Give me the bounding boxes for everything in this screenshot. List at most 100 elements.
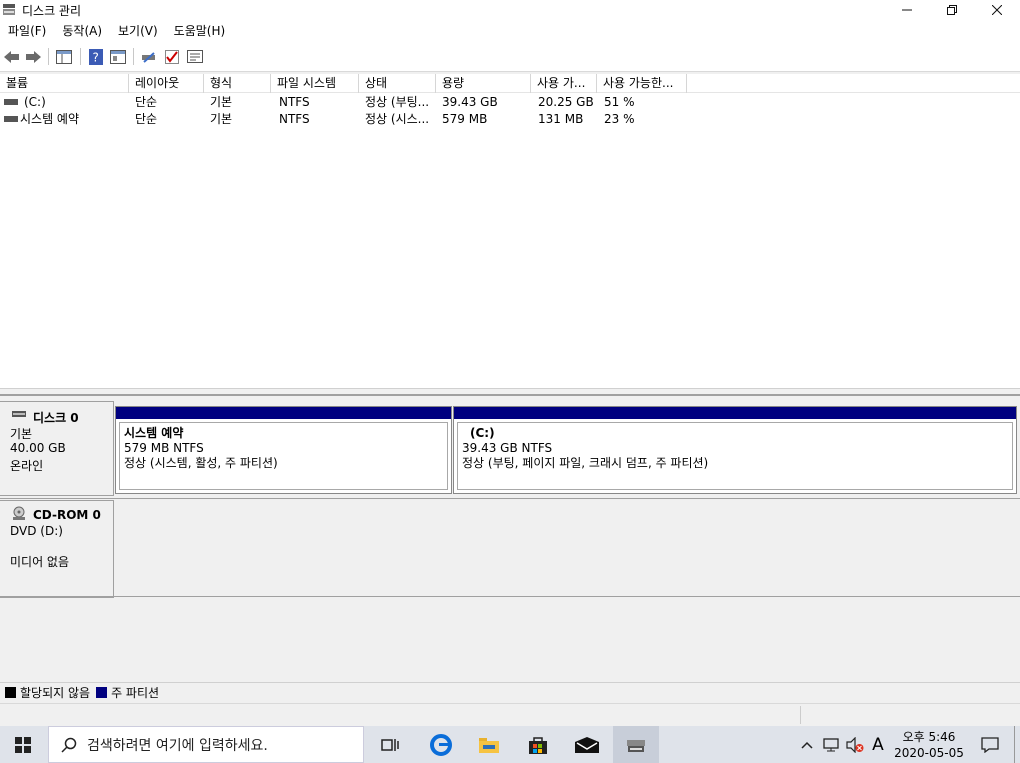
- volume-list: 볼륨 레이아웃 형식 파일 시스템 상태 용량 사용 가... 사용 가능한..…: [0, 74, 1020, 388]
- chevron-up-icon: [801, 741, 813, 749]
- store-button[interactable]: [515, 726, 561, 763]
- partition-c-drive[interactable]: (C:) 39.43 GB NTFS 정상 (부팅, 페이지 파일, 크래시 덤…: [453, 406, 1017, 494]
- volume-muted-icon: [846, 736, 864, 753]
- notification-icon: [981, 736, 999, 753]
- task-view-icon: [381, 738, 399, 751]
- console-tree-icon: [56, 49, 72, 64]
- help-icon: ?: [89, 48, 103, 65]
- search-placeholder: 검색하려면 여기에 입력하세요.: [87, 737, 268, 754]
- volume-list-header: 볼륨 레이아웃 형식 파일 시스템 상태 용량 사용 가... 사용 가능한..…: [0, 74, 1020, 93]
- cdrom-0-info[interactable]: CD-ROM 0 DVD (D:) 미디어 없음: [0, 500, 114, 598]
- volume-type: 기본: [210, 112, 233, 126]
- partition-system-reserved[interactable]: 시스템 예약 579 MB NTFS 정상 (시스템, 활성, 주 파티션): [115, 406, 452, 494]
- col-free-space[interactable]: 사용 가...: [531, 74, 597, 93]
- task-view-button[interactable]: [367, 726, 413, 763]
- forward-button[interactable]: [24, 48, 42, 65]
- taskbar-search-box[interactable]: 검색하려면 여기에 입력하세요.: [48, 726, 364, 763]
- menu-action[interactable]: 동작(A): [54, 20, 110, 42]
- menu-bar: 파일(F) 동작(A) 보기(V) 도움말(H): [0, 20, 1020, 42]
- unallocated-swatch: [5, 687, 16, 698]
- show-hide-console-tree-button[interactable]: [55, 48, 73, 65]
- disk-connect-icon: [142, 51, 155, 63]
- close-button[interactable]: [974, 0, 1020, 20]
- show-hidden-icons-button[interactable]: [797, 726, 817, 763]
- input-method-indicator[interactable]: A: [866, 726, 890, 763]
- start-button[interactable]: [0, 726, 46, 763]
- file-explorer-button[interactable]: [466, 726, 512, 763]
- partition-status: 정상 (부팅, 페이지 파일, 크래시 덤프, 주 파티션): [462, 456, 709, 470]
- menu-help[interactable]: 도움말(H): [166, 20, 234, 42]
- volume-status: 정상 (부팅...: [365, 95, 430, 109]
- edge-button[interactable]: [418, 726, 464, 763]
- toolbar: ?: [0, 42, 1020, 72]
- legend-unallocated: 할당되지 않음: [20, 686, 91, 700]
- volume-percent: 23 %: [604, 112, 635, 126]
- edge-icon: [430, 733, 452, 756]
- disk-management-window: 디스크 관리 파일(F) 동작(A) 보기(V) 도움말(H) ? 볼륨 레이아…: [0, 0, 1020, 726]
- col-type[interactable]: 형식: [204, 74, 271, 93]
- volume-percent: 51 %: [604, 95, 635, 109]
- volume-button[interactable]: [844, 726, 866, 763]
- windows-start-icon: [15, 736, 31, 753]
- primary-partition-bar: [454, 407, 1016, 419]
- disk-0-info[interactable]: 디스크 0 기본 40.00 GB 온라인: [0, 401, 114, 496]
- disk-name: CD-ROM 0: [33, 508, 101, 522]
- menu-file[interactable]: 파일(F): [0, 20, 54, 42]
- volume-layout: 단순: [135, 112, 158, 126]
- col-capacity[interactable]: 용량: [436, 74, 531, 93]
- view-icon: [110, 49, 126, 64]
- volume-capacity: 39.43 GB: [442, 95, 498, 109]
- partition-name: 시스템 예약: [124, 426, 184, 440]
- minimize-icon: [902, 9, 912, 11]
- table-row[interactable]: (C:) 단순 기본 NTFS 정상 (부팅... 39.43 GB 20.25…: [0, 94, 1020, 111]
- col-volume[interactable]: 볼륨: [0, 74, 129, 93]
- legend: 할당되지 않음 주 파티션: [0, 682, 1020, 702]
- window-title: 디스크 관리: [22, 4, 82, 18]
- volume-name: (C:): [24, 95, 46, 109]
- minimize-button[interactable]: [884, 0, 930, 20]
- back-button[interactable]: [3, 48, 21, 65]
- hard-disk-icon: [12, 411, 26, 417]
- volume-icon: [4, 116, 18, 122]
- col-filesystem[interactable]: 파일 시스템: [271, 74, 359, 93]
- disk-type: DVD (D:): [10, 524, 63, 538]
- list-properties-button[interactable]: [186, 48, 204, 65]
- close-icon: [992, 5, 1002, 15]
- pane-splitter[interactable]: [0, 388, 1020, 396]
- properties-icon: [187, 50, 203, 63]
- show-desktop-button[interactable]: [1014, 726, 1015, 763]
- disk-management-app-icon: [3, 4, 15, 15]
- action-center-button[interactable]: [972, 726, 1008, 763]
- disk-graphical-view: 디스크 0 기본 40.00 GB 온라인 시스템 예약 579 MB NTFS…: [0, 396, 1020, 682]
- table-row[interactable]: 시스템 예약 단순 기본 NTFS 정상 (시스... 579 MB 131 M…: [0, 111, 1020, 128]
- store-icon: [529, 736, 547, 754]
- network-icon: [823, 737, 839, 751]
- disk-management-taskbar-button[interactable]: [613, 726, 659, 763]
- volume-fs: NTFS: [279, 95, 310, 109]
- disk-state: 온라인: [10, 459, 44, 473]
- help-button[interactable]: ?: [87, 48, 105, 65]
- col-percent-free[interactable]: 사용 가능한...: [597, 74, 687, 93]
- clock[interactable]: 오후 5:46 2020-05-05: [892, 726, 966, 763]
- partition-name: (C:): [470, 426, 495, 440]
- restore-button[interactable]: [929, 0, 975, 20]
- back-arrow-icon: [4, 50, 19, 63]
- disk-name: 디스크 0: [33, 411, 79, 425]
- col-layout[interactable]: 레이아웃: [129, 74, 204, 93]
- mail-icon: [575, 736, 599, 753]
- network-button[interactable]: [820, 726, 842, 763]
- cdrom-icon: [13, 506, 25, 520]
- restore-icon: [947, 5, 957, 15]
- volume-layout: 단순: [135, 95, 158, 109]
- disk-size: 40.00 GB: [10, 441, 66, 455]
- disk-management-icon: [627, 739, 645, 752]
- check-button[interactable]: [163, 48, 181, 65]
- volume-free: 20.25 GB: [538, 95, 594, 109]
- forward-arrow-icon: [26, 50, 41, 63]
- disk-state: 미디어 없음: [10, 555, 70, 569]
- col-status[interactable]: 상태: [359, 74, 436, 93]
- connect-disk-button[interactable]: [140, 48, 158, 65]
- menu-view[interactable]: 보기(V): [110, 20, 166, 42]
- properties-view-button[interactable]: [109, 48, 127, 65]
- mail-button[interactable]: [564, 726, 610, 763]
